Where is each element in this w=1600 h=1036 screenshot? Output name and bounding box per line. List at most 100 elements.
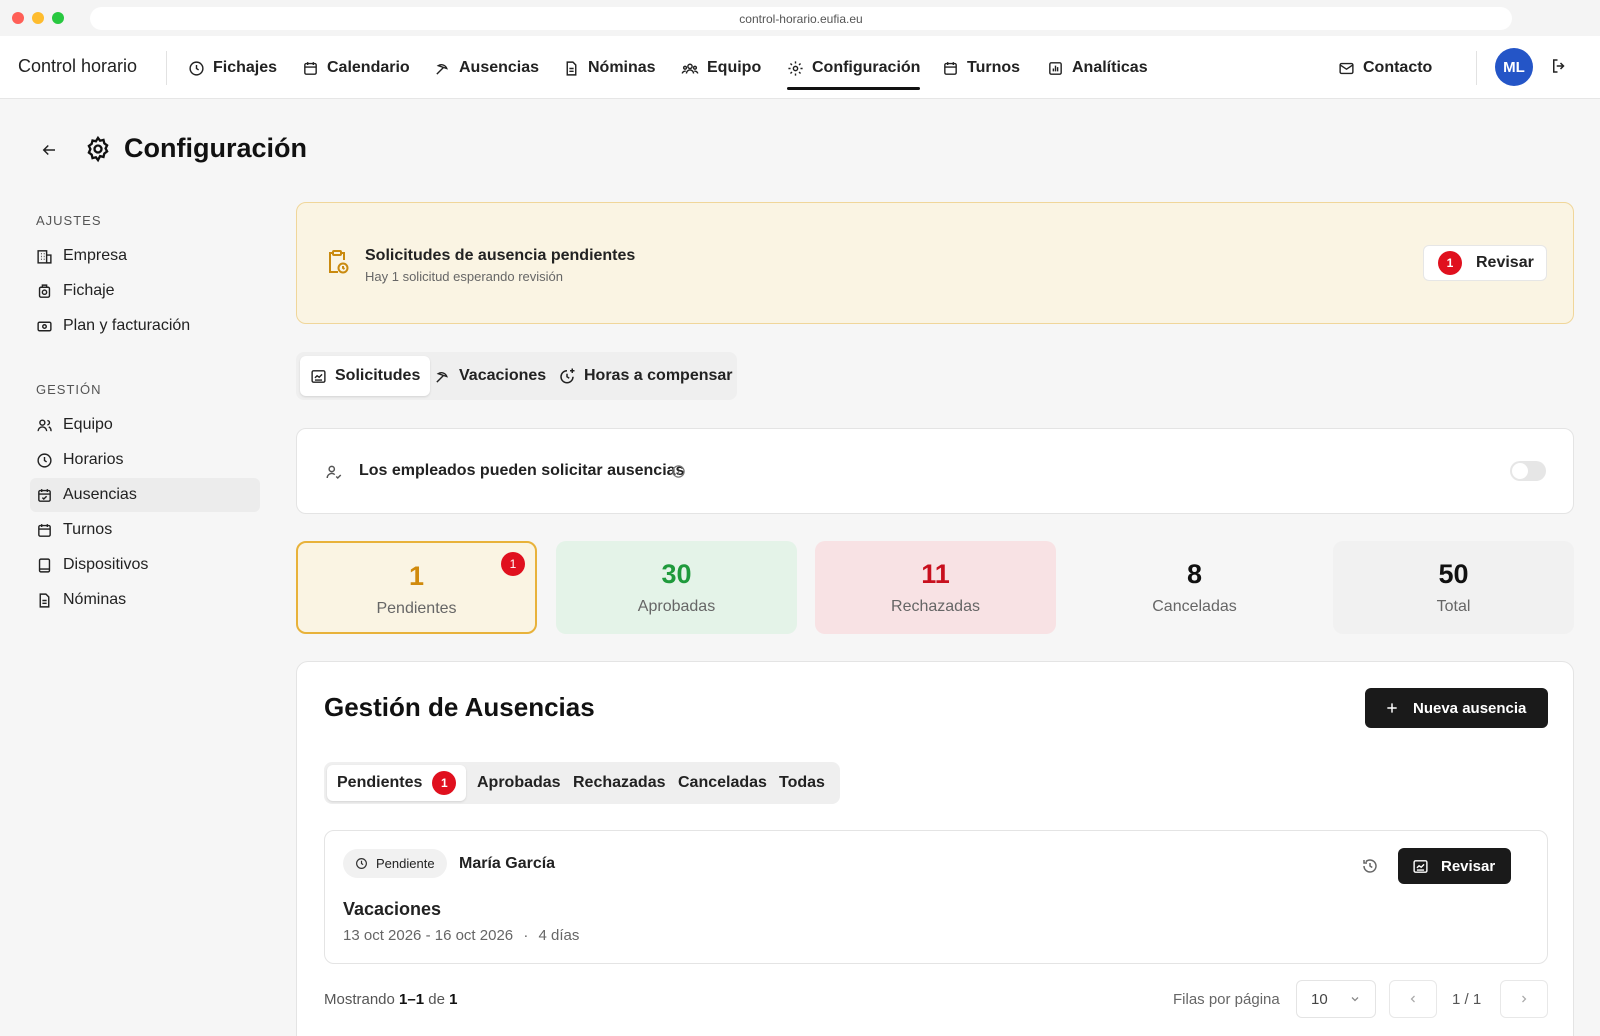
nav-divider xyxy=(1476,51,1477,85)
clock-icon xyxy=(36,452,53,469)
chevron-down-icon xyxy=(1349,993,1361,1005)
sidebar-item-ausencias[interactable]: Ausencias xyxy=(30,478,260,512)
calendar-check-icon xyxy=(36,487,53,504)
tab-label: Horas a compensar xyxy=(584,367,733,384)
nav-item-nominas[interactable]: Nóminas xyxy=(563,54,656,82)
sidebar-item-fichaje[interactable]: Fichaje xyxy=(30,274,260,308)
pagination-summary: Mostrando 1–1 de 1 xyxy=(324,991,457,1008)
user-check-icon xyxy=(325,463,343,481)
new-absence-button[interactable]: Nueva ausencia xyxy=(1365,688,1548,728)
stat-card-pendientes[interactable]: 1 Pendientes 1 xyxy=(296,541,537,634)
stat-card-canceladas[interactable]: 8 Canceladas xyxy=(1074,541,1315,634)
window-minimize-button[interactable] xyxy=(32,12,44,24)
toggle-label: Los empleados pueden solicitar ausencias xyxy=(359,462,685,479)
info-icon[interactable] xyxy=(671,464,686,479)
sidebar-item-equipo[interactable]: Equipo xyxy=(30,408,260,442)
page-title: Configuración xyxy=(124,133,307,163)
sidebar-item-nominas[interactable]: Nóminas xyxy=(30,583,260,617)
pending-requests-alert: Solicitudes de ausencia pendientes Hay 1… xyxy=(296,202,1574,324)
nav-item-label: Nóminas xyxy=(588,59,656,76)
allow-requests-setting: Los empleados pueden solicitar ausencias xyxy=(296,428,1574,514)
filter-tab-label: Canceladas xyxy=(678,774,767,791)
app-brand[interactable]: Control horario xyxy=(18,56,137,77)
showing-of: de xyxy=(428,991,445,1008)
watch-icon xyxy=(36,283,53,300)
sidebar-item-label: Horarios xyxy=(63,451,124,468)
logout-icon[interactable] xyxy=(1550,57,1568,75)
calendar-icon xyxy=(302,60,319,77)
allow-requests-toggle[interactable] xyxy=(1510,461,1546,481)
previous-page-button[interactable] xyxy=(1389,980,1437,1018)
gear-icon xyxy=(787,60,804,77)
filter-tab-aprobadas[interactable]: Aprobadas xyxy=(467,765,571,801)
calendar-icon xyxy=(942,60,959,77)
stat-badge: 1 xyxy=(501,552,525,576)
review-request-button[interactable]: Revisar xyxy=(1398,848,1511,884)
calendar-icon xyxy=(36,522,53,539)
history-icon[interactable] xyxy=(1361,857,1379,875)
nav-item-label: Turnos xyxy=(967,59,1021,76)
window-close-button[interactable] xyxy=(12,12,24,24)
nav-item-label: Ausencias xyxy=(459,59,540,76)
absence-subtabs: Solicitudes Vacaciones Horas a compensar xyxy=(296,352,737,400)
tab-vacaciones[interactable]: Vacaciones xyxy=(424,356,556,396)
nav-item-turnos[interactable]: Turnos xyxy=(942,54,1020,82)
clock-icon xyxy=(188,60,205,77)
nav-item-ausencias[interactable]: Ausencias xyxy=(434,54,539,82)
browser-chrome: control-horario.eufia.eu xyxy=(0,0,1600,36)
nav-item-fichajes[interactable]: Fichajes xyxy=(188,54,277,82)
users-icon xyxy=(36,417,53,434)
sidebar-item-empresa[interactable]: Empresa xyxy=(30,239,260,273)
nav-item-analiticas[interactable]: Analíticas xyxy=(1047,54,1148,82)
pending-count-badge: 1 xyxy=(1438,251,1462,275)
nav-item-configuracion[interactable]: Configuración xyxy=(787,54,921,90)
filter-tab-pendientes[interactable]: Pendientes 1 xyxy=(327,765,467,801)
filter-tab-todas[interactable]: Todas xyxy=(769,765,835,801)
next-page-button[interactable] xyxy=(1500,980,1548,1018)
dot-separator: · xyxy=(523,927,529,944)
clock-icon xyxy=(355,857,368,870)
avatar[interactable]: ML xyxy=(1495,48,1533,86)
filter-tab-canceladas[interactable]: Canceladas xyxy=(668,765,777,801)
top-navigation: Control horario Fichajes Calendario Ause… xyxy=(0,36,1600,99)
stat-card-total[interactable]: 50 Total xyxy=(1333,541,1574,634)
plus-icon xyxy=(1385,701,1399,715)
sidebar-item-label: Dispositivos xyxy=(63,556,149,573)
showing-prefix: Mostrando xyxy=(324,991,395,1008)
address-bar[interactable]: control-horario.eufia.eu xyxy=(90,7,1512,30)
review-button-label: Revisar xyxy=(1441,857,1496,875)
nav-item-equipo[interactable]: Equipo xyxy=(681,54,761,82)
document-icon xyxy=(36,592,53,609)
sidebar-item-dispositivos[interactable]: Dispositivos xyxy=(30,548,260,582)
contact-link[interactable]: Contacto xyxy=(1338,54,1432,82)
stat-card-rechazadas[interactable]: 11 Rechazadas xyxy=(815,541,1056,634)
window-maximize-button[interactable] xyxy=(52,12,64,24)
stat-value: 50 xyxy=(1438,559,1469,589)
sidebar-heading-ajustes: AJUSTES xyxy=(36,213,102,228)
document-icon xyxy=(563,60,580,77)
tab-solicitudes[interactable]: Solicitudes xyxy=(300,356,431,396)
tab-horas-compensar[interactable]: Horas a compensar xyxy=(548,356,743,396)
tablet-icon xyxy=(36,557,53,574)
review-pending-button[interactable]: 1 Revisar xyxy=(1423,245,1547,281)
day-count: 4 días xyxy=(538,927,580,944)
status-filter-tabs: Pendientes 1 Aprobadas Rechazadas Cancel… xyxy=(324,762,840,804)
nav-item-calendario[interactable]: Calendario xyxy=(302,54,410,82)
sidebar-item-turnos[interactable]: Turnos xyxy=(30,513,260,547)
chevron-left-icon xyxy=(1407,993,1419,1005)
alert-subtitle: Hay 1 solicitud esperando revisión xyxy=(365,269,563,284)
sidebar-item-label: Equipo xyxy=(63,416,113,433)
sidebar-item-label: Nóminas xyxy=(63,591,127,608)
filter-tab-label: Aprobadas xyxy=(477,774,561,791)
gear-icon xyxy=(84,135,112,163)
sidebar-item-horarios[interactable]: Horarios xyxy=(30,443,260,477)
filter-tab-rechazadas[interactable]: Rechazadas xyxy=(563,765,676,801)
status-badge: Pendiente xyxy=(343,849,447,878)
stat-card-aprobadas[interactable]: 30 Aprobadas xyxy=(556,541,797,634)
sidebar-item-plan[interactable]: Plan y facturación xyxy=(30,309,260,343)
rows-per-page-select[interactable]: 10 xyxy=(1296,980,1376,1018)
stat-value: 8 xyxy=(1186,559,1203,589)
absence-management-card: Gestión de Ausencias Nueva ausencia Pend… xyxy=(296,661,1574,1036)
list-item[interactable]: Pendiente María García Revisar Vacacione… xyxy=(324,830,1548,964)
back-arrow-icon[interactable] xyxy=(40,141,58,159)
